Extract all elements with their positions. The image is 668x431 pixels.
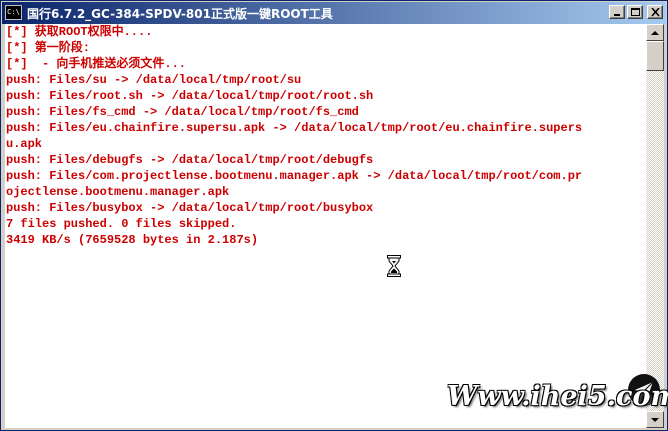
arrow-down-icon <box>651 418 659 422</box>
maximize-button[interactable] <box>627 5 643 19</box>
console-window: C:\ 国行6.7.2_GC-384-SPDV-801正式版一键ROOT工具 [… <box>0 0 668 431</box>
title-bar[interactable]: C:\ 国行6.7.2_GC-384-SPDV-801正式版一键ROOT工具 <box>2 2 666 24</box>
hourglass-icon <box>387 255 401 277</box>
arrow-up-icon <box>651 31 659 35</box>
console-line: ojectlense.bootmenu.manager.apk <box>6 185 230 199</box>
console-output[interactable]: [*] 获取ROOT权限中.... [*] 第一阶段: [*] - 向手机推送必… <box>5 24 646 428</box>
console-line: push: Files/su -> /data/local/tmp/root/s… <box>6 73 302 87</box>
console-line: 3419 KB/s (7659528 bytes in 2.187s) <box>6 233 259 247</box>
console-icon[interactable]: C:\ <box>5 5 22 20</box>
close-button[interactable] <box>647 5 663 19</box>
console-line: [*] 第一阶段: <box>6 41 91 55</box>
console-line: [*] - 向手机推送必须文件... <box>6 57 187 71</box>
console-line: push: Files/fs_cmd -> /data/local/tmp/ro… <box>6 105 359 119</box>
scrollbar-thumb[interactable] <box>646 41 664 71</box>
console-line: push: Files/root.sh -> /data/local/tmp/r… <box>6 89 374 103</box>
console-line: push: Files/debugfs -> /data/local/tmp/r… <box>6 153 374 167</box>
watermark-text: Www.ihei5.com <box>447 381 668 412</box>
minimize-button[interactable] <box>609 5 625 19</box>
minimize-icon <box>614 14 620 16</box>
console-line: u.apk <box>6 137 43 151</box>
scroll-up-button[interactable] <box>646 24 664 41</box>
console-line: push: Files/com.projectlense.bootmenu.ma… <box>6 169 583 183</box>
window-title: 国行6.7.2_GC-384-SPDV-801正式版一键ROOT工具 <box>27 7 333 21</box>
console-line: push: Files/busybox -> /data/local/tmp/r… <box>6 201 374 215</box>
maximize-icon <box>631 8 640 16</box>
scroll-down-button[interactable] <box>646 411 664 428</box>
console-line: [*] 获取ROOT权限中.... <box>6 25 153 39</box>
close-icon <box>651 8 660 17</box>
window-controls <box>609 5 663 19</box>
console-line: push: Files/eu.chainfire.supersu.apk -> … <box>6 121 583 135</box>
vertical-scrollbar[interactable] <box>646 24 664 428</box>
console-line: 7 files pushed. 0 files skipped. <box>6 217 237 231</box>
